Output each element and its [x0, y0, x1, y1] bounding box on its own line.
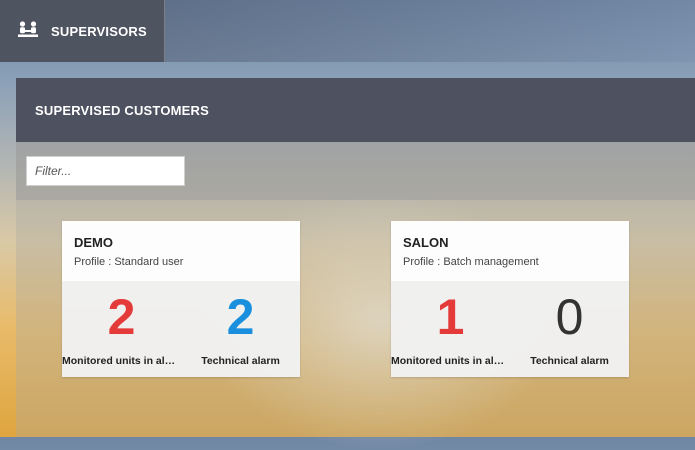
- technical-alarm-count: 0: [555, 289, 584, 345]
- supervisors-icon: [18, 20, 51, 43]
- panel-header: SUPERVISED CUSTOMERS: [16, 78, 695, 142]
- nav-tab-label: SUPERVISORS: [51, 23, 147, 39]
- customer-profile: Profile : Batch management: [403, 256, 539, 268]
- filter-input[interactable]: [26, 156, 185, 186]
- technical-alarm-label: Technical alarm: [201, 355, 280, 367]
- card-stats: 1 Monitored units in alarm 0 Technical a…: [391, 281, 629, 377]
- customer-name: SALON: [403, 235, 449, 250]
- nav-tab-supervisors[interactable]: SUPERVISORS: [0, 0, 165, 62]
- stat-monitored-units-in-alarm[interactable]: 2 Monitored units in alarm: [62, 281, 181, 377]
- stat-monitored-units-in-alarm[interactable]: 1 Monitored units in alarm: [391, 281, 510, 377]
- panel-title: SUPERVISED CUSTOMERS: [35, 102, 210, 118]
- customer-card-salon[interactable]: SALON Profile : Batch management 1 Monit…: [391, 221, 629, 377]
- monitored-alarm-label: Monitored units in alarm: [391, 355, 510, 367]
- monitored-alarm-count: 1: [436, 289, 465, 345]
- customer-name: DEMO: [74, 235, 113, 250]
- card-header: SALON Profile : Batch management: [391, 221, 629, 281]
- filter-bar: [16, 142, 695, 200]
- top-navigation-bar: SUPERVISORS: [0, 0, 695, 62]
- card-stats: 2 Monitored units in alarm 2 Technical a…: [62, 281, 300, 377]
- customer-profile: Profile : Standard user: [74, 256, 184, 268]
- customer-card-demo[interactable]: DEMO Profile : Standard user 2 Monitored…: [62, 221, 300, 377]
- stat-technical-alarm[interactable]: 0 Technical alarm: [510, 281, 629, 377]
- card-header: DEMO Profile : Standard user: [62, 221, 300, 281]
- stat-technical-alarm[interactable]: 2 Technical alarm: [181, 281, 300, 377]
- monitored-alarm-label: Monitored units in alarm: [62, 355, 181, 367]
- monitored-alarm-count: 2: [107, 289, 136, 345]
- technical-alarm-count: 2: [226, 289, 255, 345]
- technical-alarm-label: Technical alarm: [530, 355, 609, 367]
